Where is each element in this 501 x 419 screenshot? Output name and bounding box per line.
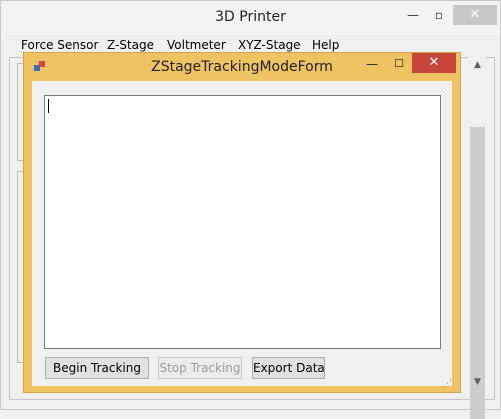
main-close-button[interactable]: ✕ — [453, 5, 497, 25]
resize-grip-icon[interactable]: ⋰ — [438, 377, 452, 391]
begin-tracking-button[interactable]: Begin Tracking — [45, 357, 149, 379]
main-maximize-button[interactable]: ▫ — [431, 5, 447, 25]
menu-force-sensor[interactable]: Force Sensor — [21, 38, 98, 52]
main-minimize-button[interactable]: — — [405, 5, 421, 25]
scroll-up-arrow-icon[interactable]: ▲ — [469, 57, 486, 74]
child-client-area: Begin Tracking Stop Tracking Export Data — [32, 81, 452, 386]
menu-help[interactable]: Help — [312, 38, 339, 52]
main-title-bar[interactable]: 3D Printer — ▫ ✕ — [1, 1, 500, 35]
child-minimize-button[interactable]: — — [365, 54, 379, 74]
tracking-output-textbox[interactable] — [44, 95, 441, 349]
scroll-down-arrow-icon[interactable]: ▼ — [469, 374, 486, 391]
vertical-scrollbar[interactable]: ▲ ▼ — [469, 57, 486, 419]
stop-tracking-button[interactable]: Stop Tracking — [158, 357, 242, 379]
child-close-button[interactable]: ✕ — [412, 53, 456, 73]
export-data-button[interactable]: Export Data — [252, 357, 325, 379]
menu-z-stage[interactable]: Z-Stage — [107, 38, 154, 52]
main-window-title: 3D Printer — [215, 9, 286, 25]
child-title-bar[interactable]: ZStageTrackingModeForm — ☐ ✕ — [24, 53, 460, 80]
child-maximize-button[interactable]: ☐ — [392, 54, 406, 74]
menu-voltmeter[interactable]: Voltmeter — [167, 38, 226, 52]
menu-xyz-stage[interactable]: XYZ-Stage — [238, 38, 301, 52]
zstage-tracking-form: ZStageTrackingModeForm — ☐ ✕ Begin Track… — [23, 52, 461, 393]
text-caret — [48, 99, 49, 113]
